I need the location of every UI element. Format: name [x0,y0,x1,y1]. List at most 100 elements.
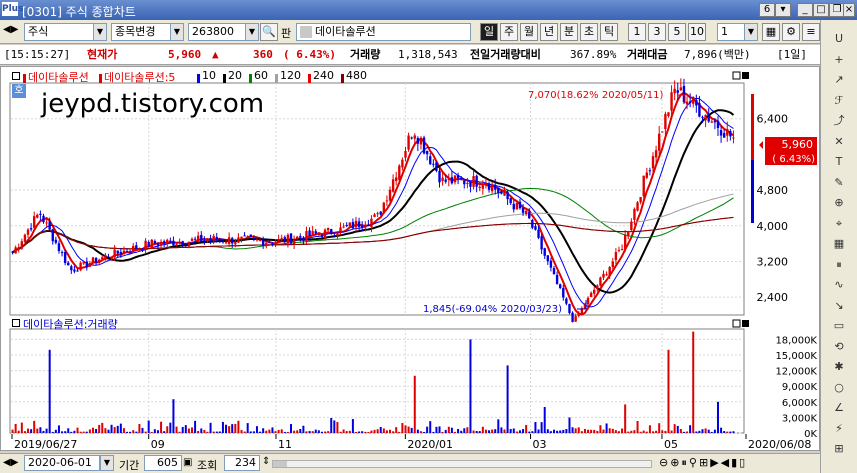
legend-item[interactable]: 10 [202,69,216,82]
period-button[interactable]: 일 [480,23,498,41]
search-icon[interactable]: 🔍 [260,23,278,41]
legend-item[interactable]: 120 [280,69,301,82]
volume-bar [686,431,689,433]
chart-area[interactable]: 5,960 ( 6.43%) 6,400 4,800 4,000 3,200 2,400… [0,66,820,451]
code-dropdown-icon[interactable]: ▼ [245,23,259,41]
volume-bar [395,427,398,433]
change-stock-select[interactable]: 종목변경 [111,23,171,41]
market-dropdown-icon[interactable]: ▼ [93,23,107,41]
rev-tool-icon[interactable]: ⟲ [827,338,851,356]
interval-button[interactable]: 3 [648,23,666,41]
volume-bar [191,427,193,433]
candle-body [568,304,571,314]
grid-tool-icon[interactable]: ▦ [827,235,851,253]
price-pane-badge[interactable]: 호 [12,84,26,98]
measure-tool-icon[interactable]: ⊕ [827,194,851,212]
market-select[interactable]: 주식 [24,23,94,41]
interval-button[interactable]: 1 [628,23,646,41]
x-tick-label: 11 [278,438,292,450]
grid-view-icon[interactable]: ▦ [762,23,780,41]
legend-item[interactable]: 480 [346,69,367,82]
period-button[interactable]: 월 [520,23,538,41]
circle-tool-icon[interactable]: ○ [827,379,851,397]
period-button[interactable]: 년 [540,23,558,41]
period-button[interactable]: 분 [560,23,578,41]
period-tool-icon[interactable]: ⏸ [827,256,851,274]
tab-number-button[interactable]: 6 [759,3,775,17]
minimize-icon[interactable]: _ [797,3,813,17]
volume-bar [658,423,661,433]
horizontal-scrollbar[interactable] [272,460,652,468]
price-tick-label: 3,200 [757,255,789,268]
pane-close-icon[interactable] [742,72,749,79]
legend-item[interactable]: 60 [254,69,268,82]
candle-body [48,221,51,230]
period-button[interactable]: 주 [500,23,518,41]
period-input[interactable]: 605 [144,455,182,471]
scrollbar-thumb[interactable] [273,461,287,467]
date-input[interactable]: 2020-06-01 [24,455,100,471]
scroll-prev-next-icon[interactable]: ◀▶ [3,457,18,468]
legend-item[interactable]: 20 [228,69,242,82]
volume-bar [553,429,555,433]
stepper-icon[interactable]: ⇕ [262,456,270,467]
volume-bar [707,429,710,433]
interval-dropdown-icon[interactable]: ▼ [744,23,758,41]
candle-body [627,230,630,237]
vol-pane-close-icon[interactable] [742,320,749,327]
pane-maximize-icon[interactable] [732,71,741,80]
arrow-tool-icon[interactable]: ↘ [827,297,851,315]
speed-tool-icon[interactable]: ⚡ [827,420,851,438]
interval-input[interactable]: 1 [717,23,745,41]
legend-item[interactable]: 240 [313,69,334,82]
gann-tool-icon[interactable]: ⊞ [827,440,851,458]
candle-body [419,139,423,145]
volume-bar [537,429,540,433]
volume-bar [70,431,73,433]
zoom-tool-icon[interactable]: ⌖ [827,215,851,233]
candle-body [596,285,599,290]
period-button[interactable]: 틱 [600,23,618,41]
line-tool-icon[interactable]: U [827,30,851,48]
candle-body [101,257,104,260]
auto-tool-icon[interactable]: ⤴ [827,112,851,130]
prev-next-icon[interactable]: ◀▶ [3,24,18,35]
trend-tool-icon[interactable]: ↗ [827,71,851,89]
legend-box-icon[interactable] [12,72,20,80]
mark-tool-icon[interactable]: ✱ [827,358,851,376]
zoom-controls[interactable]: ⊖⊕⏸⚲⊞▶◀▮▯ [659,456,747,470]
menu-icon[interactable]: ≡ [802,23,820,41]
box-tool-icon[interactable]: ▭ [827,317,851,335]
fib-tool-icon[interactable]: ℱ [827,92,851,110]
candle-body [494,185,497,190]
change-dropdown-icon[interactable]: ▼ [170,23,184,41]
candle-body [695,99,698,106]
angle-tool-icon[interactable]: ∠ [827,399,851,417]
interval-button[interactable]: 5 [668,23,686,41]
lookup-input[interactable]: 234 [224,455,260,471]
cross-tool-icon[interactable]: + [827,51,851,69]
volume-bar [475,430,478,433]
interval-button[interactable]: 10 [688,23,706,41]
legend-item[interactable]: 데이타솔루션:5 [104,69,175,85]
close-icon[interactable]: × [843,3,855,17]
volume-bar [262,428,265,433]
lookup-icon[interactable]: ▣ [183,457,192,468]
text-tool-icon[interactable]: T [827,153,851,171]
delete-tool-icon[interactable]: ✕ [827,133,851,151]
period-button[interactable]: 초 [580,23,598,41]
wave-tool-icon[interactable]: ∿ [827,276,851,294]
chart-svg[interactable]: 5,960 ( 6.43%) 6,400 4,800 4,000 3,200 2,400… [1,67,819,450]
drawing-tools-sidebar: U + ↗ ℱ ⤴ ✕ T ✎ ⊕ ⌖ ▦ ⏸ ∿ ↘ ▭ ⟲ ✱ ○ ∠ ⚡ ⊞ [820,20,857,473]
stock-code-input[interactable]: 263800 [188,23,246,41]
maximize-icon[interactable]: □ [813,3,829,17]
volume-legend-box-icon[interactable] [12,319,20,327]
dropdown-icon[interactable]: ▾ [775,3,791,17]
date-dropdown-icon[interactable]: ▼ [100,455,114,471]
vol-pane-maximize-icon[interactable] [732,319,741,328]
legend-item[interactable]: 데이타솔루션 [28,69,89,85]
draw-tool-icon[interactable]: ✎ [827,174,851,192]
settings-icon[interactable]: ⚙ [782,23,800,41]
volume-bar [701,429,704,433]
volume-bar [163,431,166,433]
